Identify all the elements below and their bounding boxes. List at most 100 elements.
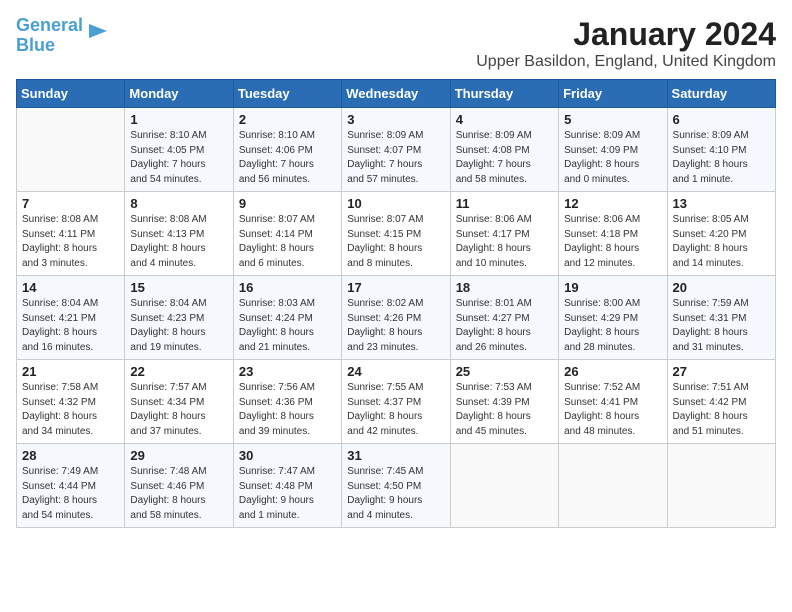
- calendar-cell: 19 Sunrise: 8:00 AM Sunset: 4:29 PM Dayli…: [559, 276, 667, 360]
- day-info: Sunrise: 8:01 AM Sunset: 4:27 PM Dayligh…: [456, 297, 553, 355]
- calendar-week-row: 14 Sunrise: 8:04 AM Sunset: 4:21 PM Dayli…: [17, 276, 776, 360]
- day-info: Sunrise: 8:07 AM Sunset: 4:14 PM Dayligh…: [239, 213, 336, 271]
- month-title: January 2024: [476, 16, 776, 53]
- calendar-cell: 17 Sunrise: 8:02 AM Sunset: 4:26 PM Dayli…: [342, 276, 450, 360]
- day-number: 13: [673, 196, 770, 211]
- day-number: 24: [347, 364, 444, 379]
- calendar-cell: [667, 444, 775, 528]
- calendar-cell: 1 Sunrise: 8:10 AM Sunset: 4:05 PM Daylig…: [125, 108, 233, 192]
- day-number: 1: [130, 112, 227, 127]
- day-number: 29: [130, 448, 227, 463]
- logo-arrow-icon: [87, 20, 109, 42]
- day-info: Sunrise: 7:53 AM Sunset: 4:39 PM Dayligh…: [456, 381, 553, 439]
- day-info: Sunrise: 8:05 AM Sunset: 4:20 PM Dayligh…: [673, 213, 770, 271]
- calendar-cell: 5Sunrise: 8:09 AM Sunset: 4:09 PM Daylig…: [559, 108, 667, 192]
- day-info: Sunrise: 7:51 AM Sunset: 4:42 PM Dayligh…: [673, 381, 770, 439]
- day-info: Sunrise: 8:06 AM Sunset: 4:17 PM Dayligh…: [456, 213, 553, 271]
- day-number: 26: [564, 364, 661, 379]
- calendar-cell: 14 Sunrise: 8:04 AM Sunset: 4:21 PM Dayli…: [17, 276, 125, 360]
- calendar-cell: [17, 108, 125, 192]
- day-info: Sunrise: 8:10 AM Sunset: 4:06 PM Dayligh…: [239, 129, 336, 187]
- day-number: 30: [239, 448, 336, 463]
- calendar-cell: 16 Sunrise: 8:03 AM Sunset: 4:24 PM Dayli…: [233, 276, 341, 360]
- day-header-tuesday: Tuesday: [233, 80, 341, 108]
- day-header-sunday: Sunday: [17, 80, 125, 108]
- calendar-cell: 13 Sunrise: 8:05 AM Sunset: 4:20 PM Dayli…: [667, 192, 775, 276]
- calendar-cell: 24 Sunrise: 7:55 AM Sunset: 4:37 PM Dayli…: [342, 360, 450, 444]
- day-info: Sunrise: 8:04 AM Sunset: 4:23 PM Dayligh…: [130, 297, 227, 355]
- calendar-cell: 25 Sunrise: 7:53 AM Sunset: 4:39 PM Dayli…: [450, 360, 558, 444]
- day-info: Sunrise: 8:04 AM Sunset: 4:21 PM Dayligh…: [22, 297, 119, 355]
- day-number: 12: [564, 196, 661, 211]
- day-info: Sunrise: 7:48 AM Sunset: 4:46 PM Dayligh…: [130, 465, 227, 523]
- day-info: Sunrise: 8:06 AM Sunset: 4:18 PM Dayligh…: [564, 213, 661, 271]
- day-number: 2: [239, 112, 336, 127]
- day-number: 16: [239, 280, 336, 295]
- calendar-cell: 20 Sunrise: 7:59 AM Sunset: 4:31 PM Dayli…: [667, 276, 775, 360]
- calendar-cell: 4 Sunrise: 8:09 AM Sunset: 4:08 PM Daylig…: [450, 108, 558, 192]
- calendar-cell: 2 Sunrise: 8:10 AM Sunset: 4:06 PM Daylig…: [233, 108, 341, 192]
- day-header-wednesday: Wednesday: [342, 80, 450, 108]
- calendar-cell: 10 Sunrise: 8:07 AM Sunset: 4:15 PM Dayli…: [342, 192, 450, 276]
- page-header: GeneralBlue January 2024 Upper Basildon,…: [16, 16, 776, 71]
- day-number: 22: [130, 364, 227, 379]
- day-number: 4: [456, 112, 553, 127]
- day-number: 15: [130, 280, 227, 295]
- day-number: 20: [673, 280, 770, 295]
- day-info: Sunrise: 7:52 AM Sunset: 4:41 PM Dayligh…: [564, 381, 661, 439]
- day-number: 7: [22, 196, 119, 211]
- calendar-cell: 15 Sunrise: 8:04 AM Sunset: 4:23 PM Dayli…: [125, 276, 233, 360]
- calendar-cell: 30 Sunrise: 7:47 AM Sunset: 4:48 PM Dayli…: [233, 444, 341, 528]
- day-header-thursday: Thursday: [450, 80, 558, 108]
- day-info: Sunrise: 7:49 AM Sunset: 4:44 PM Dayligh…: [22, 465, 119, 523]
- calendar-cell: 23Sunrise: 7:56 AM Sunset: 4:36 PM Dayli…: [233, 360, 341, 444]
- calendar-cell: [559, 444, 667, 528]
- day-number: 10: [347, 196, 444, 211]
- day-info: Sunrise: 8:09 AM Sunset: 4:07 PM Dayligh…: [347, 129, 444, 187]
- day-number: 6: [673, 112, 770, 127]
- day-number: 17: [347, 280, 444, 295]
- day-info: Sunrise: 7:56 AM Sunset: 4:36 PM Dayligh…: [239, 381, 336, 439]
- calendar-cell: 28 Sunrise: 7:49 AM Sunset: 4:44 PM Dayli…: [17, 444, 125, 528]
- calendar-cell: [450, 444, 558, 528]
- calendar-cell: 8 Sunrise: 8:08 AM Sunset: 4:13 PM Daylig…: [125, 192, 233, 276]
- day-number: 14: [22, 280, 119, 295]
- logo: GeneralBlue: [16, 16, 109, 56]
- day-number: 3: [347, 112, 444, 127]
- calendar-cell: 22 Sunrise: 7:57 AM Sunset: 4:34 PM Dayli…: [125, 360, 233, 444]
- day-number: 28: [22, 448, 119, 463]
- calendar-cell: 9 Sunrise: 8:07 AM Sunset: 4:14 PM Daylig…: [233, 192, 341, 276]
- calendar-cell: 6 Sunrise: 8:09 AM Sunset: 4:10 PM Daylig…: [667, 108, 775, 192]
- day-number: 27: [673, 364, 770, 379]
- day-number: 25: [456, 364, 553, 379]
- calendar-cell: 21Sunrise: 7:58 AM Sunset: 4:32 PM Dayli…: [17, 360, 125, 444]
- day-number: 9: [239, 196, 336, 211]
- calendar-cell: 11Sunrise: 8:06 AM Sunset: 4:17 PM Dayli…: [450, 192, 558, 276]
- day-info: Sunrise: 7:57 AM Sunset: 4:34 PM Dayligh…: [130, 381, 227, 439]
- day-info: Sunrise: 8:09 AM Sunset: 4:10 PM Dayligh…: [673, 129, 770, 187]
- day-info: Sunrise: 7:55 AM Sunset: 4:37 PM Dayligh…: [347, 381, 444, 439]
- day-info: Sunrise: 8:07 AM Sunset: 4:15 PM Dayligh…: [347, 213, 444, 271]
- day-number: 18: [456, 280, 553, 295]
- day-info: Sunrise: 7:45 AM Sunset: 4:50 PM Dayligh…: [347, 465, 444, 523]
- day-info: Sunrise: 7:47 AM Sunset: 4:48 PM Dayligh…: [239, 465, 336, 523]
- day-info: Sunrise: 8:02 AM Sunset: 4:26 PM Dayligh…: [347, 297, 444, 355]
- calendar-header-row: SundayMondayTuesdayWednesdayThursdayFrid…: [17, 80, 776, 108]
- day-info: Sunrise: 8:08 AM Sunset: 4:13 PM Dayligh…: [130, 213, 227, 271]
- calendar-week-row: 7Sunrise: 8:08 AM Sunset: 4:11 PM Daylig…: [17, 192, 776, 276]
- day-number: 19: [564, 280, 661, 295]
- day-info: Sunrise: 8:09 AM Sunset: 4:08 PM Dayligh…: [456, 129, 553, 187]
- title-block: January 2024 Upper Basildon, England, Un…: [476, 16, 776, 71]
- day-number: 8: [130, 196, 227, 211]
- day-info: Sunrise: 7:59 AM Sunset: 4:31 PM Dayligh…: [673, 297, 770, 355]
- day-header-monday: Monday: [125, 80, 233, 108]
- logo-text: GeneralBlue: [16, 16, 83, 56]
- day-info: Sunrise: 8:03 AM Sunset: 4:24 PM Dayligh…: [239, 297, 336, 355]
- calendar-cell: 31Sunrise: 7:45 AM Sunset: 4:50 PM Dayli…: [342, 444, 450, 528]
- day-number: 5: [564, 112, 661, 127]
- day-info: Sunrise: 8:00 AM Sunset: 4:29 PM Dayligh…: [564, 297, 661, 355]
- day-header-friday: Friday: [559, 80, 667, 108]
- location-subtitle: Upper Basildon, England, United Kingdom: [476, 53, 776, 71]
- day-info: Sunrise: 8:10 AM Sunset: 4:05 PM Dayligh…: [130, 129, 227, 187]
- calendar-week-row: 21Sunrise: 7:58 AM Sunset: 4:32 PM Dayli…: [17, 360, 776, 444]
